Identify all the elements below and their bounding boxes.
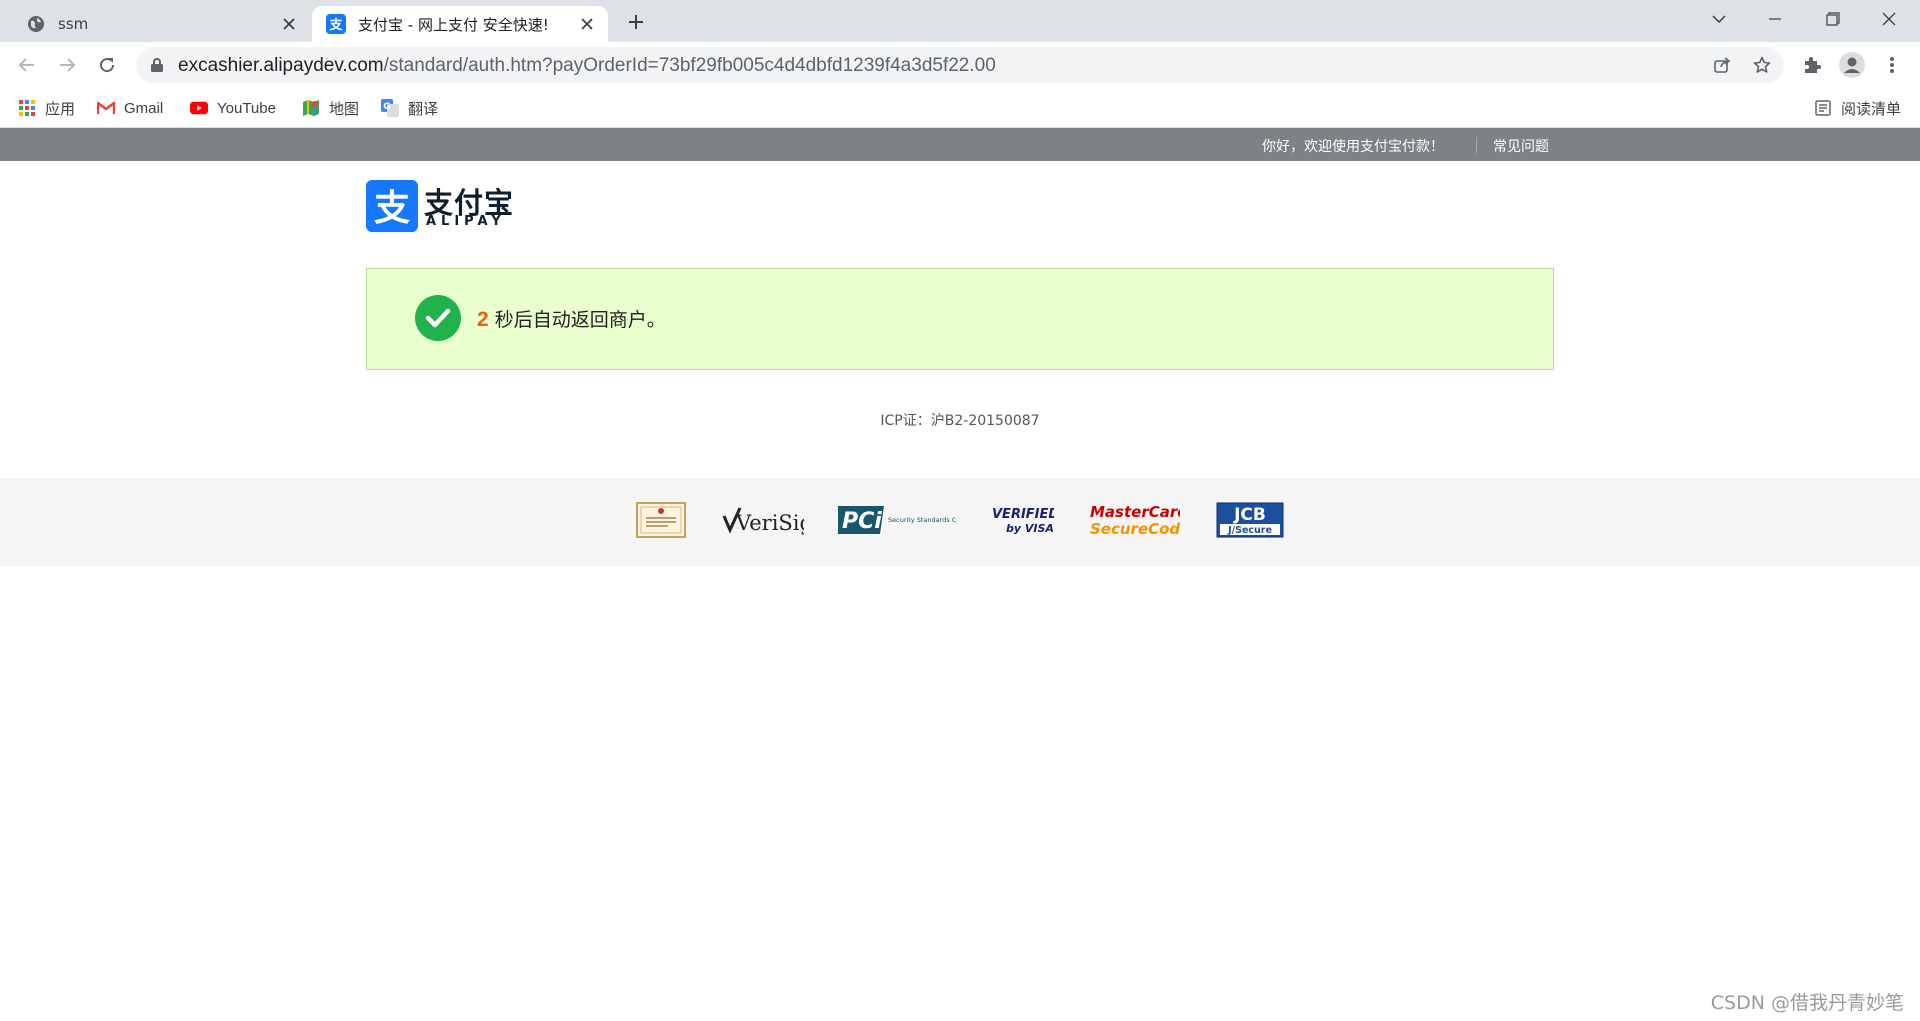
verified-by-visa-badge: VERIFIED by VISA (992, 507, 1054, 535)
close-tab-icon[interactable] (574, 11, 600, 37)
close-tab-icon[interactable] (276, 11, 302, 37)
tab-title: 支付宝 - 网上支付 安全快速! (358, 15, 549, 34)
bookmark-label: 翻译 (408, 100, 439, 118)
close-window-button[interactable] (1866, 2, 1912, 36)
bookmark-maps[interactable]: 地图 (302, 96, 359, 120)
bookmark-translate[interactable]: G 翻译 (381, 96, 438, 120)
new-tab-button[interactable] (622, 8, 650, 36)
browser-toolbar: excashier.alipaydev.com/standard/auth.ht… (0, 42, 1920, 88)
bookmark-label: YouTube (217, 99, 276, 117)
pci-text: PCi (842, 509, 882, 534)
restore-icon (1826, 12, 1840, 26)
bookmarks-bar: 应用 Gmail YouTube 地图 G 翻译 阅读清单 (0, 88, 1920, 128)
back-button[interactable] (11, 49, 43, 81)
certification-footer: VeriSign PCi Security Standards Council … (0, 478, 1920, 566)
alipay-icon: 支 (326, 14, 346, 34)
mc-text2: SecureCode. (1090, 520, 1180, 538)
redirect-message: 2 秒后自动返回商户。 (477, 305, 666, 332)
jcb-badge: JCB J/Secure (1216, 502, 1284, 538)
csdn-watermark: CSDN @借我丹青妙笔 (1710, 992, 1904, 1014)
svg-text:支: 支 (328, 17, 343, 33)
url-host: excashier.alipaydev.com (178, 55, 384, 76)
verisign-badge: VeriSign (722, 507, 804, 535)
gmail-icon (97, 99, 115, 117)
lock-icon[interactable] (150, 57, 164, 73)
kebab-menu-icon (1890, 57, 1894, 73)
puzzle-icon (1805, 57, 1821, 73)
mc-text1: MasterCard. (1090, 503, 1180, 521)
pci-logo[interactable]: PCi Security Standards Council (836, 500, 956, 540)
translate-icon: G (381, 99, 399, 117)
forward-button[interactable] (51, 49, 83, 81)
plus-icon (629, 15, 643, 29)
pci-subtext: Security Standards Council (888, 516, 956, 524)
close-icon (1882, 12, 1896, 26)
apps-grid-icon (18, 99, 36, 117)
jcb-text2: J/Secure (1227, 525, 1272, 536)
reading-list-icon (1814, 99, 1832, 117)
license-badge-icon (636, 502, 686, 538)
reading-list-label: 阅读清单 (1841, 100, 1902, 118)
reload-icon (100, 58, 115, 73)
share-button[interactable] (1710, 53, 1734, 77)
faq-link[interactable]: 常见问题 (1493, 136, 1549, 156)
alipay-logo-icon: 支 (366, 180, 418, 232)
countdown-seconds: 2 (477, 308, 489, 331)
jcb-text1: JCB (1233, 505, 1266, 525)
vbv-text1: VERIFIED (992, 507, 1054, 522)
check-circle-icon (415, 295, 461, 341)
minimize-icon (1769, 18, 1781, 20)
minimize-button[interactable] (1752, 2, 1798, 36)
page-topbar: 你好，欢迎使用支付宝付款！ 常见问题 (0, 128, 1920, 161)
mastercard-securecode-logo[interactable]: MasterCard. SecureCode. (1088, 500, 1180, 540)
pci-badge: PCi Security Standards Council (838, 506, 956, 534)
profile-button[interactable] (1836, 49, 1868, 81)
verisign-text: VeriSign (735, 511, 804, 535)
vbv-text2: by VISA (1006, 522, 1054, 535)
mastercard-securecode-badge: MasterCard. SecureCode. (1090, 503, 1180, 538)
bookmark-star-button[interactable] (1750, 53, 1774, 77)
success-notice: 2 秒后自动返回商户。 (366, 268, 1554, 370)
share-icon (1714, 57, 1731, 73)
youtube-icon (190, 99, 208, 117)
verisign-logo[interactable]: VeriSign (722, 500, 804, 540)
welcome-text: 你好，欢迎使用支付宝付款！ (1262, 139, 1444, 155)
verified-by-visa-logo[interactable]: VERIFIED by VISA (990, 500, 1054, 540)
star-icon (1753, 56, 1771, 73)
tab-search-button[interactable] (1696, 2, 1742, 36)
avatar-icon (1839, 52, 1865, 78)
bookmark-label: 地图 (329, 100, 360, 118)
topbar-divider (1476, 137, 1477, 153)
extensions-button[interactable] (1796, 49, 1828, 81)
address-bar[interactable]: excashier.alipaydev.com/standard/auth.ht… (136, 47, 1784, 83)
arrow-left-icon (18, 58, 34, 72)
logo-icon-char: 支 (374, 188, 410, 229)
reading-list-button[interactable]: 阅读清单 (1814, 96, 1901, 120)
restore-button[interactable] (1810, 2, 1856, 36)
bookmark-gmail[interactable]: Gmail (97, 96, 163, 120)
bookmark-label: 应用 (45, 100, 76, 118)
jcb-jsecure-logo[interactable]: JCB J/Secure (1216, 500, 1284, 540)
chevron-down-icon (1712, 15, 1726, 24)
tab-title: ssm (58, 15, 89, 33)
url-text[interactable]: excashier.alipaydev.com/standard/auth.ht… (178, 55, 996, 77)
menu-button[interactable] (1876, 49, 1908, 81)
bookmark-youtube[interactable]: YouTube (190, 96, 276, 120)
svg-text:G: G (383, 102, 390, 112)
logo-en-text: ALIPAY (426, 214, 506, 229)
reload-button[interactable] (91, 49, 123, 81)
redirect-message-text: 秒后自动返回商户。 (494, 309, 666, 331)
tab-strip: ssm 支 支付宝 - 网上支付 安全快速! (0, 0, 1920, 42)
globe-icon (28, 16, 44, 32)
business-license-badge[interactable] (635, 500, 687, 540)
bookmark-apps[interactable]: 应用 (18, 96, 75, 120)
url-path: /standard/auth.htm?payOrderId=73bf29fb00… (383, 55, 996, 76)
arrow-right-icon (60, 58, 76, 72)
tab-ssm[interactable]: ssm (10, 6, 310, 42)
bookmark-label: Gmail (124, 99, 164, 117)
maps-icon (302, 99, 320, 117)
alipay-logo[interactable]: 支 支付宝 ALIPAY (366, 180, 518, 232)
tab-alipay[interactable]: 支 支付宝 - 网上支付 安全快速! (312, 6, 608, 42)
icp-license: ICP证：沪B2-20150087 (880, 413, 1040, 429)
